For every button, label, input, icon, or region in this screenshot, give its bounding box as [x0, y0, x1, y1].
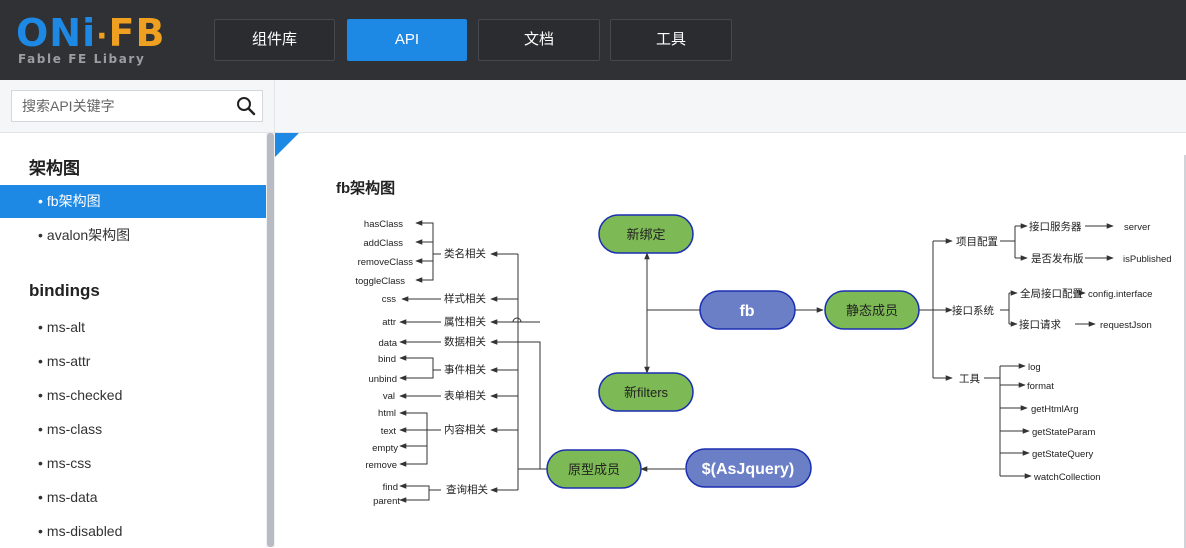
api-search-box [11, 90, 263, 122]
tool-watchcollection: watchCollection [1033, 472, 1101, 483]
config-server-label: 接口服务器 [1029, 220, 1082, 233]
top-navigation-bar: ONi·FB Fable FE Libary 组件库 API 文档 工具 [0, 0, 1186, 80]
sidebar-item-ms-disabled[interactable]: • ms-disabled [0, 515, 266, 548]
static-group-config: 项目配置 [956, 236, 998, 248]
sidebar-heading-bindings: bindings [29, 281, 100, 300]
node-asjquery-label: $(AsJquery) [702, 461, 794, 478]
group-content: 内容相关 [444, 423, 486, 436]
search-icon[interactable] [236, 96, 256, 116]
leaf-parent: parent [373, 496, 400, 507]
leaf-data: data [379, 338, 398, 349]
static-group-api: 接口系统 [952, 304, 994, 317]
api-search-input[interactable] [12, 91, 232, 121]
node-new-filters-label: 新filters [624, 385, 669, 400]
sidebar-item-label: avalon架构图 [46, 227, 131, 243]
group-form: 表单相关 [444, 389, 486, 402]
sidebar-item-avalon-architecture[interactable]: • avalon架构图 [0, 219, 266, 252]
sidebar-item-ms-class[interactable]: • ms-class [0, 413, 266, 446]
group-data: 数据相关 [444, 335, 486, 348]
sidebar-item-fb-architecture[interactable]: • fb架构图 [0, 185, 266, 218]
leaf-html: html [378, 408, 396, 419]
sidebar-item-label: ms-data [46, 489, 98, 505]
group-attr: 属性相关 [444, 315, 486, 328]
sidebar-item-ms-css[interactable]: • ms-css [0, 447, 266, 480]
group-query: 查询相关 [446, 483, 488, 496]
nav-tab-api[interactable]: API [347, 19, 467, 61]
sidebar-item-label: ms-class [46, 421, 103, 437]
sidebar-item-ms-data[interactable]: • ms-data [0, 481, 266, 514]
leaf-text: text [381, 426, 397, 437]
sidebar-item-label: ms-css [46, 455, 92, 471]
leaf-unbind: unbind [368, 374, 397, 385]
group-class: 类名相关 [444, 247, 486, 260]
node-prototype-members-label: 原型成员 [568, 462, 620, 477]
config-published-value: isPublished [1123, 254, 1172, 265]
config-server-value: server [1124, 222, 1150, 233]
node-static-members-label: 静态成员 [846, 303, 898, 318]
api-sidebar: 架构图 • fb架构图 • avalon架构图 bindings • ms-alt •… [0, 132, 275, 547]
header-divider [274, 80, 275, 132]
tool-getstateparam: getStateParam [1032, 427, 1095, 438]
tool-log: log [1028, 362, 1041, 373]
leaf-bind: bind [378, 354, 396, 365]
tool-format: format [1027, 381, 1054, 392]
sidebar-scrollbar[interactable] [266, 133, 275, 547]
group-event: 事件相关 [444, 363, 486, 376]
nav-tab-components[interactable]: 组件库 [214, 19, 335, 61]
node-fb-label: fb [739, 303, 754, 320]
sidebar-item-label: ms-checked [46, 387, 123, 403]
api-config-interface-value: config.interface [1088, 289, 1152, 300]
sidebar-item-ms-checked[interactable]: • ms-checked [0, 379, 266, 412]
leaf-addclass: addClass [363, 238, 403, 249]
leaf-toggleclass: toggleClass [355, 276, 405, 287]
fb-architecture-diagram: 新绑定 新filters fb 静态成员 原型成员 $(AsJquery) 类名… [355, 214, 1172, 507]
static-group-tools: 工具 [959, 373, 980, 385]
sidebar-item-ms-attr[interactable]: • ms-attr [0, 345, 266, 378]
leaf-attr: attr [382, 317, 396, 328]
group-style: 样式相关 [444, 292, 486, 305]
api-request-label: 接口请求 [1019, 318, 1061, 331]
leaf-empty: empty [372, 443, 398, 454]
sidebar-heading-architecture: 架构图 [29, 159, 80, 178]
sidebar-item-label: ms-disabled [46, 523, 123, 539]
onifb-logo[interactable]: ONi·FB Fable FE Libary [16, 12, 166, 72]
sidebar-item-label: ms-attr [46, 353, 91, 369]
nav-tab-tools[interactable]: 工具 [610, 19, 732, 61]
node-new-binding-label: 新绑定 [626, 227, 665, 242]
leaf-find: find [383, 482, 398, 493]
sidebar-item-label: fb架构图 [46, 193, 101, 209]
sidebar-item-label: ms-alt [46, 319, 86, 335]
api-requestjson-value: requestJson [1100, 320, 1152, 331]
leaf-css: css [382, 294, 397, 305]
tool-gethtmlarg: getHtmlArg [1031, 404, 1079, 415]
leaf-val: val [383, 391, 395, 402]
sidebar-scroll-thumb[interactable] [267, 133, 274, 547]
nav-tab-docs[interactable]: 文档 [478, 19, 600, 61]
sidebar-item-ms-alt[interactable]: • ms-alt [0, 311, 266, 344]
config-published-label: 是否发布版 [1031, 252, 1084, 265]
leaf-removeclass: removeClass [358, 257, 414, 268]
tool-getstatequery: getStateQuery [1032, 449, 1094, 460]
api-global-config-label: 全局接口配置 [1020, 287, 1083, 300]
logo-tagline: Fable FE Libary [18, 52, 146, 66]
leaf-remove: remove [365, 460, 397, 471]
leaf-hasclass: hasClass [364, 219, 403, 230]
content-panel: fb架构图 新绑定 新filters fb 静态成员 原型成员 $(AsJque… [275, 132, 1186, 548]
